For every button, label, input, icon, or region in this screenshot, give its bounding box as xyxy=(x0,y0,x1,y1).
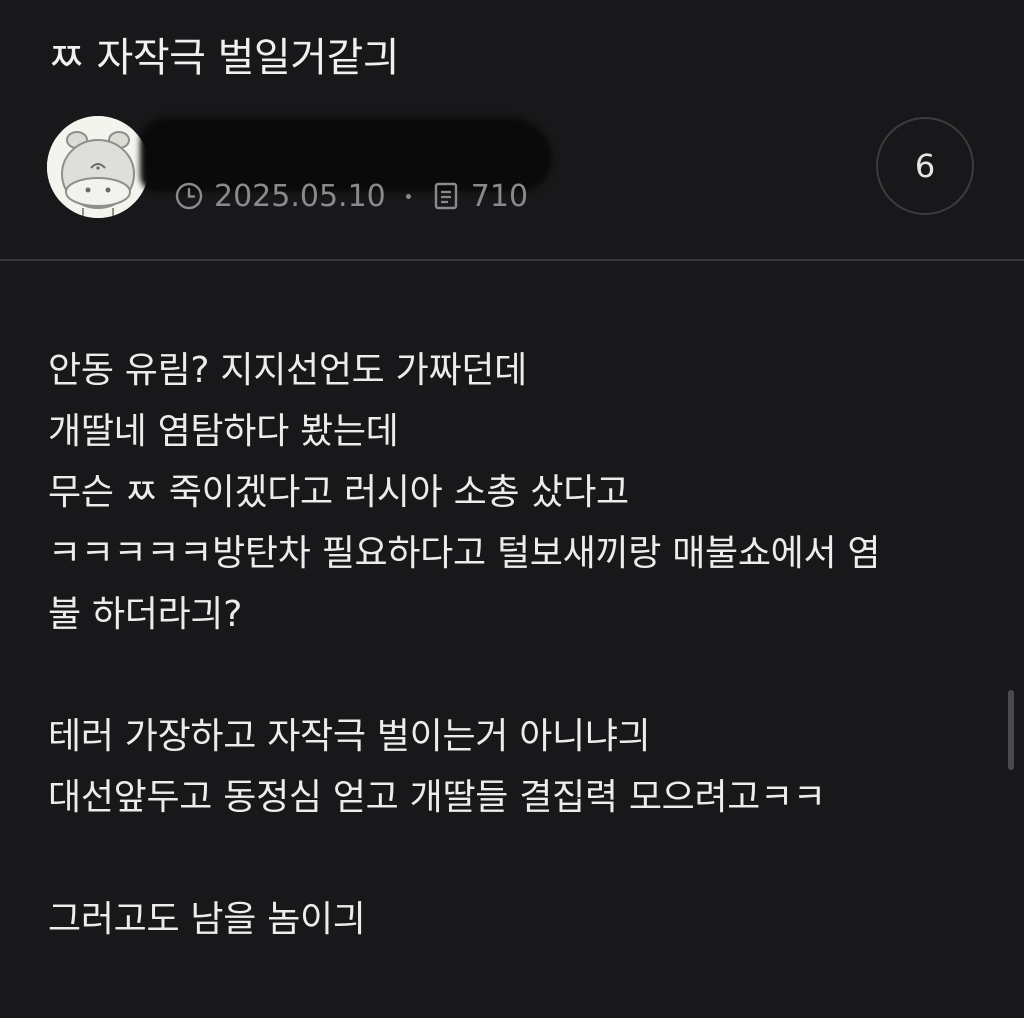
body-blank-line xyxy=(48,828,988,889)
body-line: 불 하더라긔? xyxy=(48,594,243,635)
header-divider xyxy=(0,259,1024,261)
document-icon xyxy=(434,182,457,210)
post-date: 2025.05.10 xyxy=(214,178,386,214)
body-line: 개딸네 염탐하다 봤는데 xyxy=(48,411,399,452)
body-line: 대선앞두고 동정심 얻고 개딸들 결집력 모으려고ㅋㅋ xyxy=(48,777,826,818)
body-line: ㅋㅋㅋㅋㅋ방탄차 필요하다고 털보새끼랑 매불쇼에서 염 xyxy=(48,533,881,574)
post-body: 안동 유림? 지지선언도 가짜던데 개딸네 염탐하다 봤는데 무슨 ㅉ 죽이겠다… xyxy=(48,340,988,950)
body-blank-line xyxy=(48,645,988,706)
comment-count: 6 xyxy=(914,147,936,185)
view-count: 710 xyxy=(470,178,529,214)
meta-separator xyxy=(405,193,411,199)
comment-count-button[interactable]: 6 xyxy=(876,117,974,215)
body-line: 안동 유림? 지지선언도 가짜던데 xyxy=(48,350,527,391)
body-line: 무슨 ㅉ 죽이겠다고 러시아 소총 샀다고 xyxy=(48,472,629,513)
body-line: 테러 가장하고 자작극 벌이는거 아니냐긔 xyxy=(48,716,651,757)
post-meta: 2025.05.10 710 xyxy=(174,174,528,218)
clock-icon xyxy=(175,182,203,210)
post-title: ㅉ 자작극 벌일거같긔 xyxy=(48,35,400,81)
avatar[interactable] xyxy=(47,116,149,218)
scrollbar[interactable] xyxy=(1008,690,1014,770)
avatar-hippo-icon xyxy=(47,116,149,218)
body-line: 그러고도 남을 놈이긔 xyxy=(48,899,366,940)
